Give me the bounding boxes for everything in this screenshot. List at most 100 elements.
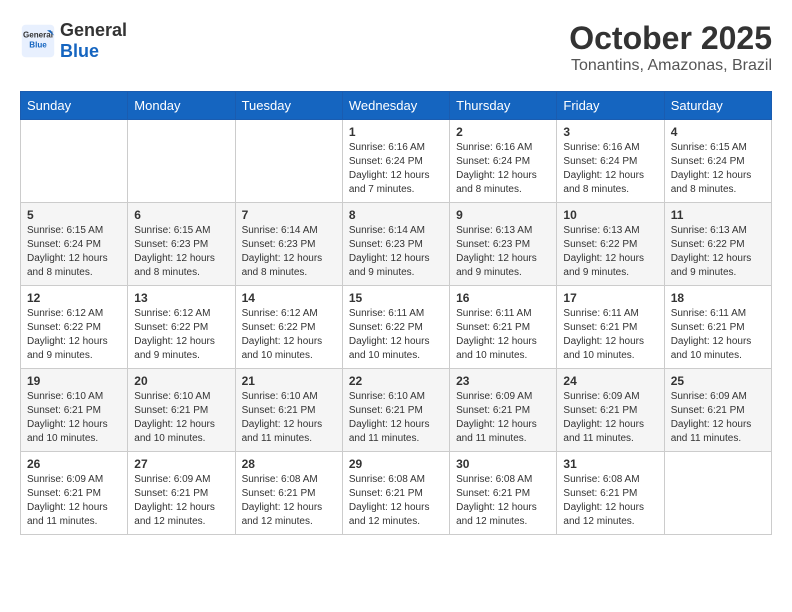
day-number: 25	[671, 374, 765, 388]
calendar-header-row: SundayMondayTuesdayWednesdayThursdayFrid…	[21, 92, 772, 120]
location: Tonantins, Amazonas, Brazil	[569, 57, 772, 75]
title-block: October 2025 Tonantins, Amazonas, Brazil	[569, 20, 772, 75]
calendar-day-cell: 25 Sunrise: 6:09 AM Sunset: 6:21 PM Dayli…	[664, 369, 771, 452]
day-number: 4	[671, 125, 765, 139]
day-number: 11	[671, 208, 765, 222]
calendar-day-cell: 21Sunrise: 6:10 AM Sunset: 6:21 PM Dayli…	[235, 369, 342, 452]
day-info: Sunrise: 6:15 AM Sunset: 6:24 PM Dayligh…	[671, 141, 765, 197]
day-number: 3	[563, 125, 657, 139]
day-info: Sunrise: 6:14 AM Sunset: 6:23 PM Dayligh…	[349, 224, 443, 280]
svg-text:General: General	[23, 30, 53, 39]
day-info: Sunrise: 6:08 AM Sunset: 6:21 PM Dayligh…	[242, 473, 336, 529]
calendar-day-cell: 30 Sunrise: 6:08 AM Sunset: 6:21 PM Dayli…	[450, 452, 557, 535]
day-info: Sunrise: 6:13 AM Sunset: 6:22 PM Dayligh…	[671, 224, 765, 280]
day-number: 16	[456, 291, 550, 305]
day-info: Sunrise: 6:11 AM Sunset: 6:21 PM Dayligh…	[456, 307, 550, 363]
day-info: Sunrise: 6:13 AM Sunset: 6:23 PM Dayligh…	[456, 224, 550, 280]
calendar-table: SundayMondayTuesdayWednesdayThursdayFrid…	[20, 91, 772, 535]
calendar-week-row: 26 Sunrise: 6:09 AM Sunset: 6:21 PM Dayli…	[21, 452, 772, 535]
day-number: 5	[27, 208, 121, 222]
calendar-day-cell: 17 Sunrise: 6:11 AM Sunset: 6:21 PM Dayli…	[557, 286, 664, 369]
day-number: 17	[563, 291, 657, 305]
calendar-day-cell: 29 Sunrise: 6:08 AM Sunset: 6:21 PM Dayli…	[342, 452, 449, 535]
day-number: 6	[134, 208, 228, 222]
svg-text:Blue: Blue	[29, 40, 47, 49]
day-number: 23	[456, 374, 550, 388]
calendar-day-cell: 13Sunrise: 6:12 AM Sunset: 6:22 PM Dayli…	[128, 286, 235, 369]
calendar-day-cell: 26Sunrise: 6:09 AM Sunset: 6:21 PM Dayli…	[21, 452, 128, 535]
calendar-week-row: 1 Sunrise: 6:16 AM Sunset: 6:24 PM Daylig…	[21, 120, 772, 203]
calendar-day-cell: 1 Sunrise: 6:16 AM Sunset: 6:24 PM Daylig…	[342, 120, 449, 203]
day-number: 30	[456, 457, 550, 471]
day-info: Sunrise: 6:10 AM Sunset: 6:21 PM Dayligh…	[27, 390, 121, 446]
calendar-day-cell: 14Sunrise: 6:12 AM Sunset: 6:22 PM Dayli…	[235, 286, 342, 369]
calendar-day-cell: 2 Sunrise: 6:16 AM Sunset: 6:24 PM Daylig…	[450, 120, 557, 203]
day-number: 20	[134, 374, 228, 388]
logo-text: General Blue	[60, 20, 127, 62]
calendar-day-cell: 22Sunrise: 6:10 AM Sunset: 6:21 PM Dayli…	[342, 369, 449, 452]
day-number: 8	[349, 208, 443, 222]
day-number: 26	[27, 457, 121, 471]
day-number: 19	[27, 374, 121, 388]
calendar-day-cell	[664, 452, 771, 535]
calendar-day-cell: 10 Sunrise: 6:13 AM Sunset: 6:22 PM Dayli…	[557, 203, 664, 286]
day-info: Sunrise: 6:09 AM Sunset: 6:21 PM Dayligh…	[671, 390, 765, 446]
calendar-week-row: 19 Sunrise: 6:10 AM Sunset: 6:21 PM Dayli…	[21, 369, 772, 452]
day-info: Sunrise: 6:12 AM Sunset: 6:22 PM Dayligh…	[242, 307, 336, 363]
calendar-day-cell	[21, 120, 128, 203]
calendar-day-cell: 18Sunrise: 6:11 AM Sunset: 6:21 PM Dayli…	[664, 286, 771, 369]
day-info: Sunrise: 6:10 AM Sunset: 6:21 PM Dayligh…	[349, 390, 443, 446]
day-number: 7	[242, 208, 336, 222]
calendar-day-cell: 8 Sunrise: 6:14 AM Sunset: 6:23 PM Daylig…	[342, 203, 449, 286]
day-info: Sunrise: 6:11 AM Sunset: 6:21 PM Dayligh…	[563, 307, 657, 363]
day-info: Sunrise: 6:13 AM Sunset: 6:22 PM Dayligh…	[563, 224, 657, 280]
day-info: Sunrise: 6:09 AM Sunset: 6:21 PM Dayligh…	[563, 390, 657, 446]
day-info: Sunrise: 6:11 AM Sunset: 6:21 PM Dayligh…	[671, 307, 765, 363]
weekday-header: Sunday	[21, 92, 128, 120]
day-number: 24	[563, 374, 657, 388]
day-number: 31	[563, 457, 657, 471]
weekday-header: Thursday	[450, 92, 557, 120]
day-number: 28	[242, 457, 336, 471]
day-info: Sunrise: 6:08 AM Sunset: 6:21 PM Dayligh…	[563, 473, 657, 529]
calendar-day-cell: 23 Sunrise: 6:09 AM Sunset: 6:21 PM Dayli…	[450, 369, 557, 452]
calendar-day-cell: 16 Sunrise: 6:11 AM Sunset: 6:21 PM Dayli…	[450, 286, 557, 369]
calendar-day-cell: 19 Sunrise: 6:10 AM Sunset: 6:21 PM Dayli…	[21, 369, 128, 452]
day-number: 10	[563, 208, 657, 222]
calendar-day-cell: 7Sunrise: 6:14 AM Sunset: 6:23 PM Daylig…	[235, 203, 342, 286]
day-number: 29	[349, 457, 443, 471]
day-number: 1	[349, 125, 443, 139]
logo-blue: Blue	[60, 41, 99, 61]
calendar-week-row: 12 Sunrise: 6:12 AM Sunset: 6:22 PM Dayli…	[21, 286, 772, 369]
day-number: 2	[456, 125, 550, 139]
day-number: 27	[134, 457, 228, 471]
calendar-day-cell: 6Sunrise: 6:15 AM Sunset: 6:23 PM Daylig…	[128, 203, 235, 286]
day-info: Sunrise: 6:09 AM Sunset: 6:21 PM Dayligh…	[456, 390, 550, 446]
calendar-day-cell: 11 Sunrise: 6:13 AM Sunset: 6:22 PM Dayli…	[664, 203, 771, 286]
calendar-day-cell: 20 Sunrise: 6:10 AM Sunset: 6:21 PM Dayli…	[128, 369, 235, 452]
day-info: Sunrise: 6:16 AM Sunset: 6:24 PM Dayligh…	[563, 141, 657, 197]
logo: General Blue General Blue	[20, 20, 127, 62]
day-info: Sunrise: 6:10 AM Sunset: 6:21 PM Dayligh…	[134, 390, 228, 446]
calendar-day-cell: 28 Sunrise: 6:08 AM Sunset: 6:21 PM Dayli…	[235, 452, 342, 535]
day-info: Sunrise: 6:09 AM Sunset: 6:21 PM Dayligh…	[134, 473, 228, 529]
logo-general: General	[60, 20, 127, 40]
calendar-day-cell	[128, 120, 235, 203]
logo-icon: General Blue	[20, 23, 56, 59]
day-info: Sunrise: 6:16 AM Sunset: 6:24 PM Dayligh…	[456, 141, 550, 197]
day-info: Sunrise: 6:12 AM Sunset: 6:22 PM Dayligh…	[134, 307, 228, 363]
calendar-day-cell: 5Sunrise: 6:15 AM Sunset: 6:24 PM Daylig…	[21, 203, 128, 286]
day-info: Sunrise: 6:16 AM Sunset: 6:24 PM Dayligh…	[349, 141, 443, 197]
day-info: Sunrise: 6:08 AM Sunset: 6:21 PM Dayligh…	[456, 473, 550, 529]
day-number: 12	[27, 291, 121, 305]
month-title: October 2025	[569, 20, 772, 57]
weekday-header: Monday	[128, 92, 235, 120]
day-info: Sunrise: 6:12 AM Sunset: 6:22 PM Dayligh…	[27, 307, 121, 363]
calendar-day-cell	[235, 120, 342, 203]
calendar-day-cell: 27 Sunrise: 6:09 AM Sunset: 6:21 PM Dayli…	[128, 452, 235, 535]
day-info: Sunrise: 6:08 AM Sunset: 6:21 PM Dayligh…	[349, 473, 443, 529]
calendar-day-cell: 9 Sunrise: 6:13 AM Sunset: 6:23 PM Daylig…	[450, 203, 557, 286]
page-header: General Blue General Blue October 2025 T…	[20, 20, 772, 75]
calendar-day-cell: 24 Sunrise: 6:09 AM Sunset: 6:21 PM Dayli…	[557, 369, 664, 452]
day-number: 9	[456, 208, 550, 222]
